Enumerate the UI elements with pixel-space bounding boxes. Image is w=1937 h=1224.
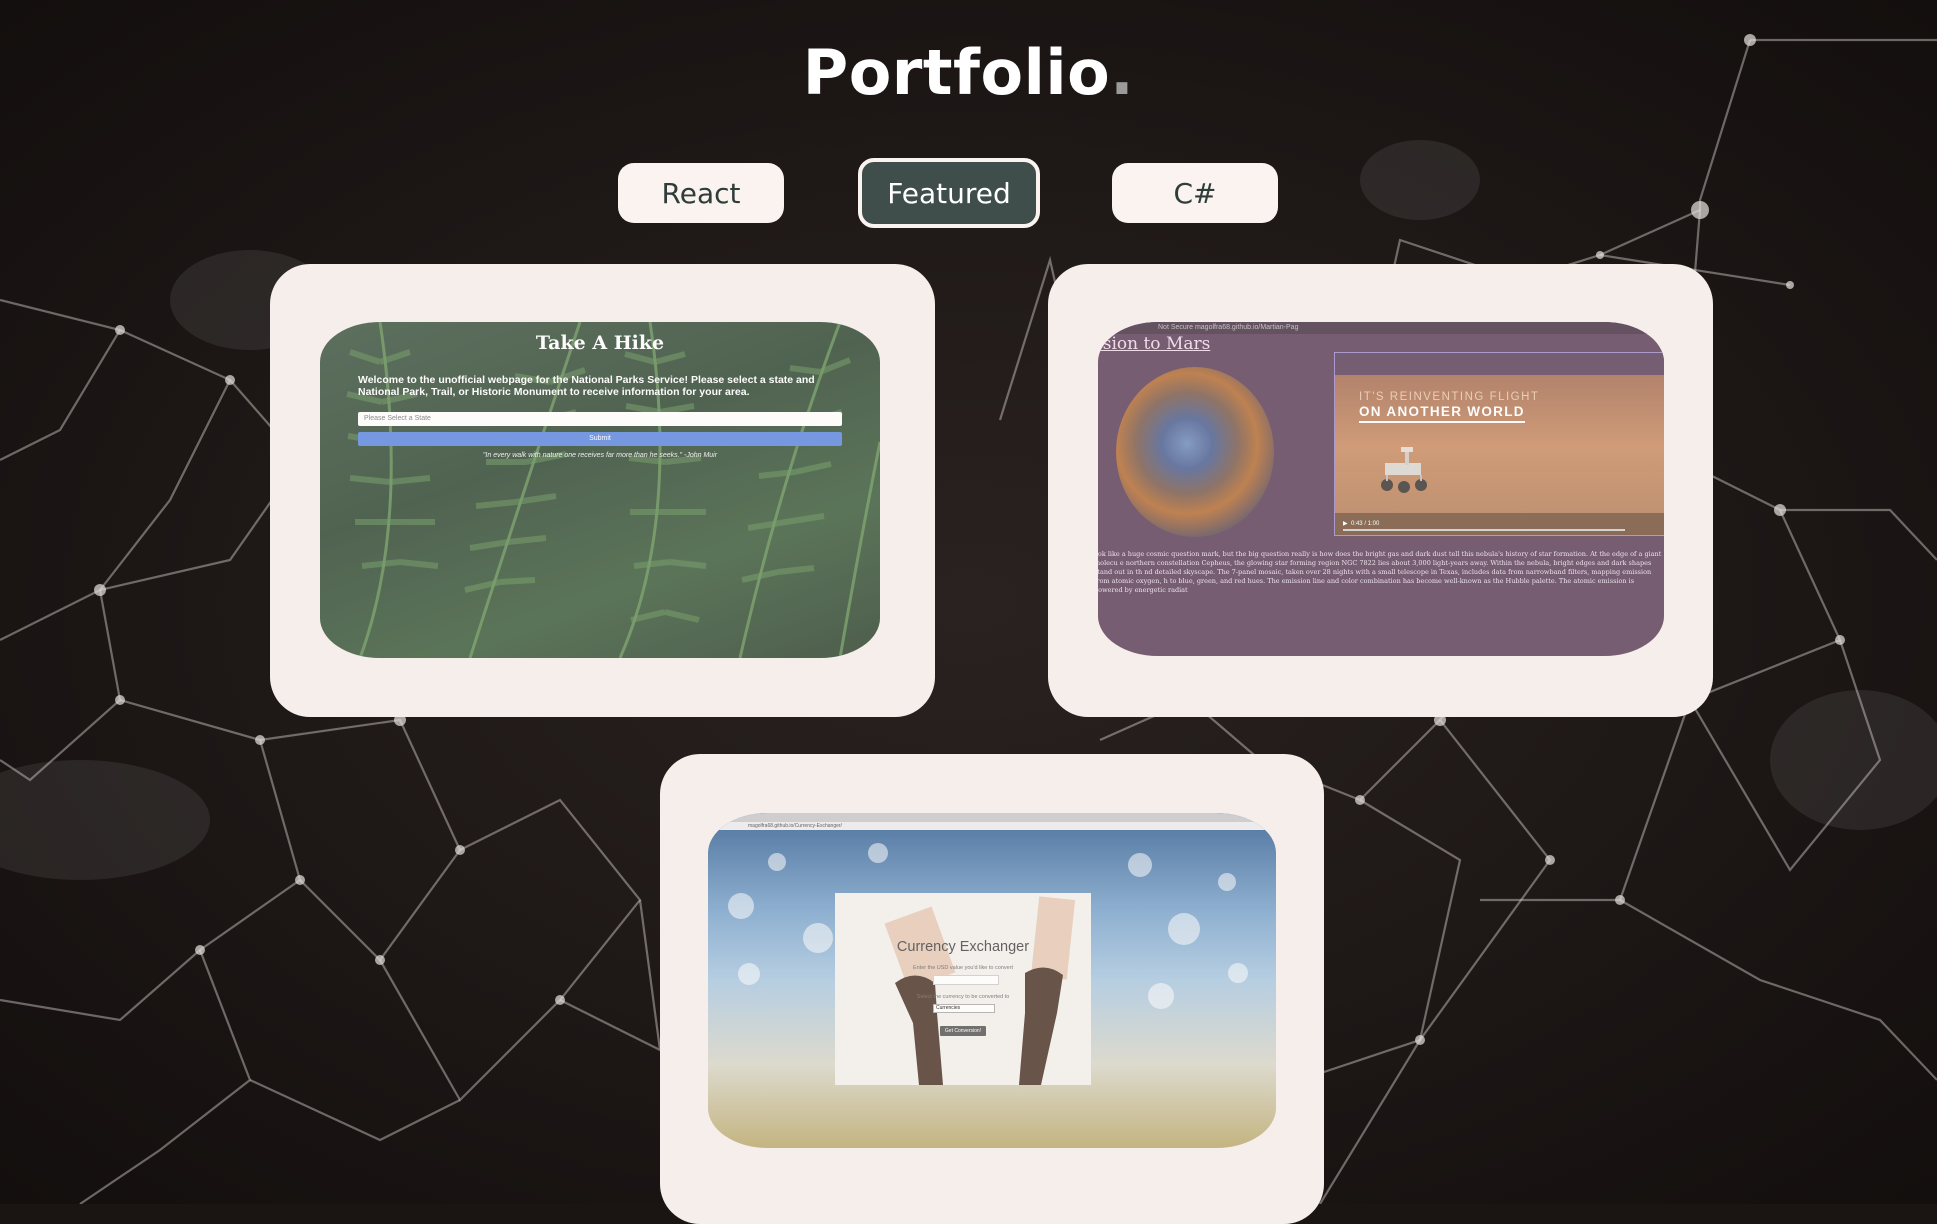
browser-tabs-bar <box>708 813 1276 822</box>
take-a-hike-screenshot[interactable]: Take A Hike Welcome to the unofficial we… <box>320 322 880 658</box>
currency-exchanger-heading: Currency Exchanger <box>896 939 1030 955</box>
state-select[interactable]: Please Select a State <box>358 412 842 426</box>
bokeh-bubble <box>1228 963 1248 983</box>
bokeh-bubble <box>1168 913 1200 945</box>
usd-amount-input[interactable] <box>933 975 999 985</box>
hands-with-money-image <box>884 896 1076 1085</box>
mars-video-player[interactable]: IT'S REINVENTING FLIGHT ON ANOTHER WORLD… <box>1334 352 1664 536</box>
video-frame: IT'S REINVENTING FLIGHT ON ANOTHER WORLD… <box>1335 375 1664 535</box>
john-muir-quote: "In every walk with nature one receives … <box>482 452 718 459</box>
currency-select-label: Select the currency to be converted to <box>916 994 1010 1000</box>
bokeh-bubble <box>803 923 833 953</box>
bokeh-bubble <box>738 963 760 985</box>
page-title-text: Portfolio <box>802 36 1111 109</box>
rover-image <box>1381 447 1427 493</box>
filter-featured-button[interactable]: Featured <box>858 158 1040 228</box>
page-title: Portfolio. <box>0 36 1937 109</box>
take-a-hike-heading: Take A Hike <box>535 332 665 354</box>
project-card-mission-to-mars[interactable]: Not Secure magolfra68.github.io/Martian-… <box>1048 264 1713 717</box>
video-caption-line1: IT'S REINVENTING FLIGHT <box>1359 391 1540 403</box>
bokeh-bubble <box>768 853 786 871</box>
filter-react-button[interactable]: React <box>618 163 784 223</box>
browser-address-bar: Not Secure magolfra68.github.io/Martian-… <box>1098 322 1664 334</box>
bokeh-bubble <box>728 893 754 919</box>
bokeh-bubble <box>1218 873 1236 891</box>
video-time: 0:43 / 1:00 <box>1350 521 1380 527</box>
currency-select[interactable]: Currencies <box>933 1004 995 1013</box>
take-a-hike-intro: Welcome to the unofficial webpage for th… <box>358 374 815 398</box>
nebula-description: ook like a huge cosmic question mark, bu… <box>1098 550 1662 594</box>
project-card-take-a-hike[interactable]: Take A Hike Welcome to the unofficial we… <box>270 264 935 717</box>
usd-amount-label: Enter the USD value you'd like to conver… <box>912 965 1014 971</box>
filter-csharp-button[interactable]: C# <box>1112 163 1278 223</box>
video-caption-line2: ON ANOTHER WORLD <box>1359 404 1525 423</box>
currency-panel: Currency Exchanger Enter the USD value y… <box>835 893 1091 1085</box>
play-icon[interactable]: ▶ <box>1343 521 1348 527</box>
project-card-currency-exchanger[interactable]: magolfra68.github.io/Currency-Exchanger/… <box>660 754 1324 1224</box>
video-controls[interactable]: ▶ 0:43 / 1:00 <box>1335 513 1664 535</box>
mission-to-mars-screenshot[interactable]: Not Secure magolfra68.github.io/Martian-… <box>1098 322 1664 656</box>
currency-exchanger-screenshot[interactable]: magolfra68.github.io/Currency-Exchanger/… <box>708 813 1276 1148</box>
bokeh-bubble <box>1128 853 1152 877</box>
bokeh-bubble <box>868 843 888 863</box>
fern-leaves-image <box>346 322 880 658</box>
mission-to-mars-heading: ssion to Mars <box>1098 334 1211 354</box>
video-progress-bar[interactable] <box>1343 529 1625 531</box>
bokeh-bubble <box>1148 983 1174 1009</box>
browser-address-bar: magolfra68.github.io/Currency-Exchanger/ <box>708 822 1276 830</box>
nebula-image <box>1116 367 1274 537</box>
get-conversion-button[interactable]: Get Conversion! <box>940 1026 986 1036</box>
page-title-dot: . <box>1110 36 1135 109</box>
hike-submit-button[interactable]: Submit <box>358 432 842 446</box>
